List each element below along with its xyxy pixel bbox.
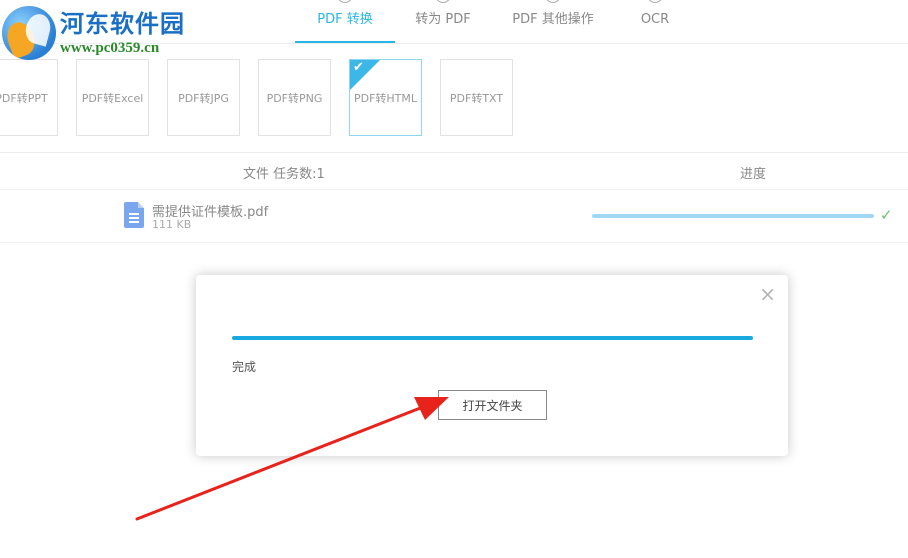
tab-pdf-other[interactable]: PDF 其他操作 (491, 0, 615, 43)
main-tabs: PDF 转换 转为 PDF PDF 其他操作 OCR (295, 0, 695, 43)
format-card-png[interactable]: PDF转PNG (258, 59, 331, 136)
format-card-label: PDF转PPT (0, 91, 48, 105)
progress-column-header: 进度 (740, 167, 767, 182)
close-icon[interactable]: × (759, 283, 776, 305)
document-icon (124, 202, 144, 228)
row-progress-bar (592, 214, 874, 218)
format-card-html[interactable]: ✔ PDF转HTML (349, 59, 422, 136)
watermark-logo-icon (2, 6, 56, 60)
format-card-ppt[interactable]: PDF转PPT (0, 59, 58, 136)
tab-label: OCR (640, 12, 670, 27)
tab-ocr[interactable]: OCR (615, 0, 695, 43)
format-card-label: PDF转TXT (449, 91, 504, 105)
tab-to-pdf[interactable]: 转为 PDF (395, 0, 491, 43)
checkmark-icon: ✓ (880, 206, 893, 224)
tab-label: PDF 其他操作 (512, 12, 594, 27)
tab-label: PDF 转换 (317, 12, 373, 27)
dialog-status-text: 完成 (232, 360, 257, 374)
tab-pdf-convert-icon (337, 0, 353, 3)
dialog-progress-bar (232, 336, 753, 340)
tab-pdf-other-icon (545, 0, 561, 3)
tab-ocr-icon (647, 0, 663, 3)
format-card-label: PDF转Excel (81, 91, 144, 105)
table-row-divider (0, 242, 908, 243)
format-card-label: PDF转HTML (353, 91, 418, 105)
open-folder-button[interactable]: 打开文件夹 (438, 390, 547, 420)
format-card-jpg[interactable]: PDF转JPG (167, 59, 240, 136)
tab-pdf-convert[interactable]: PDF 转换 (295, 0, 395, 43)
format-card-label: PDF转JPG (178, 91, 229, 105)
format-card-label: PDF转PNG (266, 91, 323, 105)
format-card-excel[interactable]: PDF转Excel (76, 59, 149, 136)
completion-dialog: × 完成 打开文件夹 (196, 275, 788, 456)
file-column-header: 文件 任务数:1 (243, 167, 325, 182)
tab-to-pdf-icon (435, 0, 451, 3)
watermark-url: www.pc0359.cn (60, 40, 160, 56)
table-top-divider (0, 152, 908, 153)
watermark-logo: 河东软件园 www.pc0359.cn (2, 6, 185, 60)
format-card-txt[interactable]: PDF转TXT (440, 59, 513, 136)
file-size: 111 KB (152, 218, 192, 231)
table-row[interactable]: 需提供证件模板.pdf 111 KB ✓ (0, 190, 908, 242)
watermark-title: 河东软件园 (60, 9, 185, 38)
checkmark-icon: ✔ (353, 60, 364, 75)
tab-label: 转为 PDF (415, 12, 471, 27)
